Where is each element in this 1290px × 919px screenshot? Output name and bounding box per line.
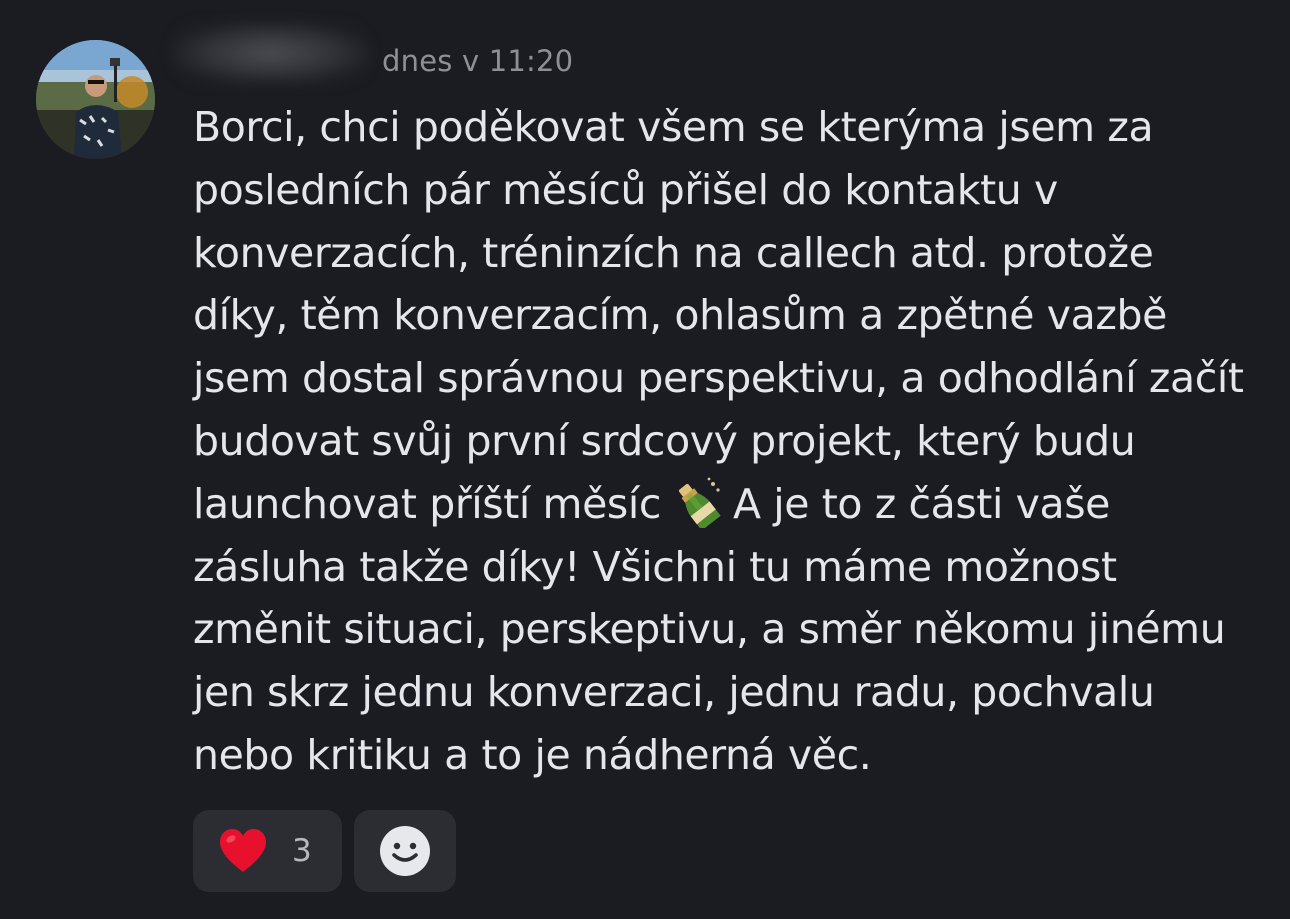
message-line-with-emoji: launchovat příští měsíc A je to z části … [193, 473, 1273, 536]
message-body: Borci, chci poděkovat všem se kterýma js… [193, 96, 1273, 787]
message-line: jen skrz jednu konverzaci, jednu radu, p… [193, 668, 1155, 717]
user-avatar[interactable] [36, 40, 155, 159]
message-line-start: launchovat příští měsíc [193, 479, 661, 528]
chat-message: dnes v 11:20 Borci, chci poděkovat všem … [0, 0, 1290, 919]
champagne-bottle-emoji-icon [678, 477, 721, 528]
message-line: nebo kritiku a to je nádherná věc. [193, 730, 872, 779]
smile-icon [380, 826, 430, 876]
avatar-photo-icon [36, 40, 155, 159]
message-line: Borci, chci poděkovat všem se kterýma js… [193, 103, 1154, 151]
message-line: zásluha takže díky! Všichni tu máme možn… [193, 542, 1117, 591]
heart-reaction-button[interactable]: 3 [193, 810, 342, 892]
message-line-end: A je to z části vaše [733, 479, 1110, 528]
message-line: posledních pár měsíců přišel do kontaktu… [193, 165, 1058, 214]
reaction-count: 3 [292, 833, 312, 869]
add-reaction-button[interactable] [354, 810, 456, 892]
red-heart-emoji-icon [220, 829, 266, 872]
message-line: změnit situaci, perskeptivu, a směr něko… [193, 605, 1226, 654]
username-redacted[interactable] [172, 22, 370, 84]
message-timestamp: dnes v 11:20 [382, 44, 574, 78]
message-line: budovat svůj první srdcový projekt, kter… [193, 416, 1136, 465]
reaction-bar: 3 [193, 810, 456, 892]
message-line: díky, těm konverzacím, ohlasům a zpětné … [193, 291, 1167, 340]
message-line: konverzacích, tréninzích na callech atd.… [193, 228, 1154, 277]
message-line: jsem dostal správnou perspektivu, a odho… [193, 354, 1244, 403]
